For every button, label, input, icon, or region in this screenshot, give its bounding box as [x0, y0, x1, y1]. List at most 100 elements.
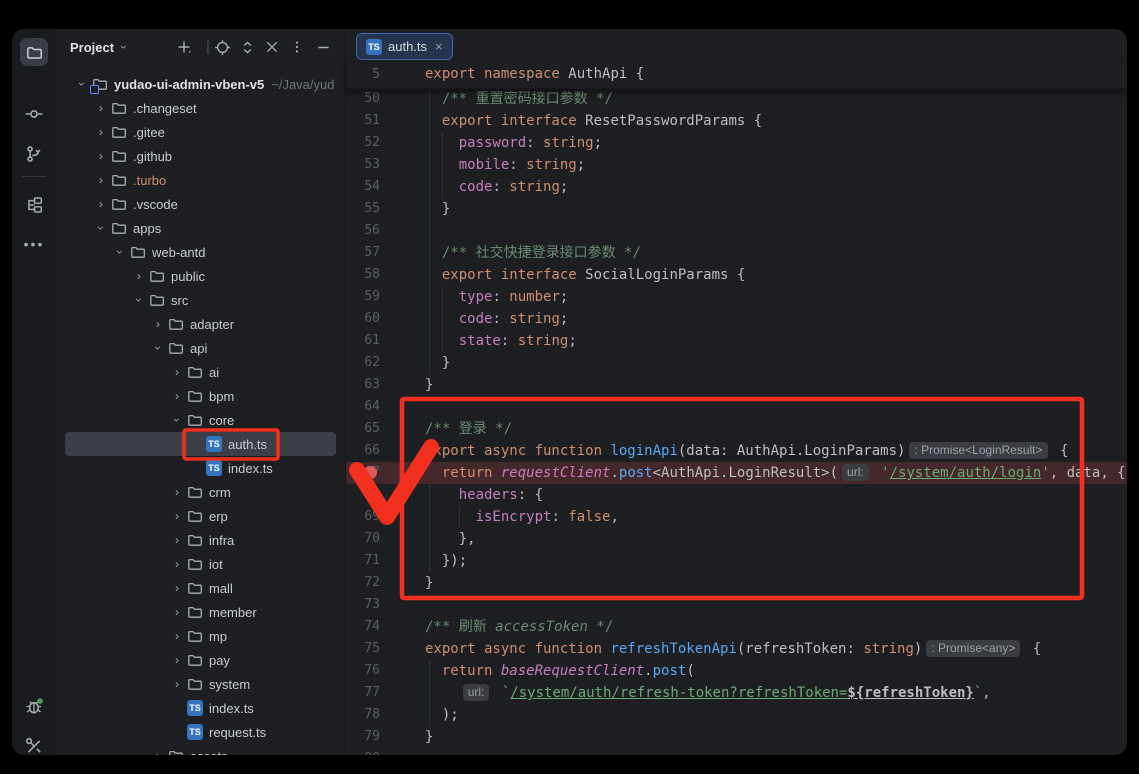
code-line-75[interactable]: 75export async function refreshTokenApi(… — [346, 638, 1127, 660]
git-branch-icon[interactable] — [20, 140, 48, 168]
line-number[interactable]: 57 — [346, 242, 380, 264]
code-line-58[interactable]: 58 export interface SocialLoginParams { — [346, 264, 1127, 286]
code-line-50[interactable]: 50 /** 重置密码接口参数 */ — [346, 88, 1127, 110]
tree-item-member[interactable]: ›member — [56, 600, 345, 624]
close-tab-icon[interactable]: × — [435, 39, 443, 54]
line-number[interactable]: 78 — [346, 704, 380, 726]
chevron-down-icon[interactable]: › — [113, 245, 127, 259]
code-line-70[interactable]: 70 }, — [346, 528, 1127, 550]
code-line-67[interactable]: 67 return requestClient.post<AuthApi.Log… — [346, 462, 1127, 484]
tree-item-.vscode[interactable]: ›.vscode — [56, 192, 345, 216]
code-text[interactable]: ); — [425, 704, 459, 726]
code-text[interactable]: /** 重置密码接口参数 */ — [425, 88, 613, 110]
tree-item-iot[interactable]: ›iot — [56, 552, 345, 576]
expand-icon[interactable] — [238, 38, 256, 56]
sticky-line[interactable]: 5export namespace AuthApi { — [346, 62, 1127, 89]
tree-item-public[interactable]: ›public — [56, 264, 345, 288]
tree-item-mall[interactable]: ›mall — [56, 576, 345, 600]
chevron-down-icon[interactable]: › — [170, 413, 184, 427]
chevron-right-icon[interactable]: › — [94, 173, 108, 187]
code-line-62[interactable]: 62 } — [346, 352, 1127, 374]
code-line-68[interactable]: 68↑ headers: { — [346, 484, 1127, 506]
collapse-all-icon[interactable] — [263, 38, 281, 56]
code-line-79[interactable]: 79} — [346, 726, 1127, 748]
code-text[interactable]: }); — [425, 550, 467, 572]
code-line-59[interactable]: 59 type: number; — [346, 286, 1127, 308]
line-number[interactable]: 60 — [346, 308, 380, 330]
tab-auth-ts[interactable]: TS auth.ts × — [356, 33, 453, 60]
code-text[interactable]: } — [425, 198, 450, 220]
code-text[interactable]: type: number; — [425, 286, 568, 308]
code-line-65[interactable]: 65/** 登录 */ — [346, 418, 1127, 440]
line-number[interactable]: 53 — [346, 154, 380, 176]
line-number[interactable]: 61 — [346, 330, 380, 352]
code-text[interactable]: export interface ResetPasswordParams { — [425, 110, 762, 132]
line-number[interactable]: 52 — [346, 132, 380, 154]
code-line-71[interactable]: 71 }); — [346, 550, 1127, 572]
code-line-76[interactable]: 76 return baseRequestClient.post( — [346, 660, 1127, 682]
line-number[interactable]: 70 — [346, 528, 380, 550]
options-kebab-icon[interactable] — [288, 38, 306, 56]
tree-item-core[interactable]: ›core — [56, 408, 345, 432]
code-text[interactable]: mobile: string; — [425, 154, 585, 176]
line-number[interactable]: 59 — [346, 286, 380, 308]
line-number[interactable]: 79 — [346, 726, 380, 748]
code-line-66[interactable]: 66export async function loginApi(data: A… — [346, 440, 1127, 462]
code-text[interactable]: return requestClient.post<AuthApi.LoginR… — [425, 462, 1126, 484]
code-text[interactable]: state: string; — [425, 330, 577, 352]
line-number[interactable]: 71 — [346, 550, 380, 572]
chevron-right-icon[interactable]: › — [170, 509, 184, 523]
line-number[interactable]: 76 — [346, 660, 380, 682]
code-text[interactable]: code: string; — [425, 308, 568, 330]
code-area[interactable]: 50 /** 重置密码接口参数 */51 export interface Re… — [346, 88, 1127, 755]
tree-item-assets[interactable]: ›assets — [56, 744, 345, 755]
line-number[interactable]: 56 — [346, 220, 380, 242]
code-line-5[interactable]: 5export namespace AuthApi { — [346, 62, 1127, 87]
code-line-72[interactable]: 72} — [346, 572, 1127, 594]
tree-item-crm[interactable]: ›crm — [56, 480, 345, 504]
line-number[interactable]: 77 — [346, 682, 380, 704]
code-text[interactable]: } — [425, 726, 433, 748]
line-number[interactable]: 63 — [346, 374, 380, 396]
tree-item-auth.ts[interactable]: TSauth.ts — [56, 432, 345, 456]
chevron-right-icon[interactable]: › — [151, 749, 165, 755]
tree-item-.gitee[interactable]: ›.gitee — [56, 120, 345, 144]
chevron-right-icon[interactable]: › — [170, 605, 184, 619]
code-line-63[interactable]: 63} — [346, 374, 1127, 396]
code-text[interactable]: code: string; — [425, 176, 568, 198]
chevron-right-icon[interactable]: › — [94, 197, 108, 211]
add-icon[interactable] — [175, 38, 193, 56]
code-text[interactable]: } — [425, 374, 433, 396]
tree-item-system[interactable]: ›system — [56, 672, 345, 696]
chevron-down-icon[interactable]: › — [75, 77, 89, 91]
tree-item-infra[interactable]: ›infra — [56, 528, 345, 552]
tree-item-mp[interactable]: ›mp — [56, 624, 345, 648]
chevron-right-icon[interactable]: › — [170, 629, 184, 643]
chevron-right-icon[interactable]: › — [170, 581, 184, 595]
line-number[interactable]: 51 — [346, 110, 380, 132]
line-number[interactable]: 58 — [346, 264, 380, 286]
tree-item-pay[interactable]: ›pay — [56, 648, 345, 672]
chevron-right-icon[interactable]: › — [170, 389, 184, 403]
code-text[interactable]: } — [425, 572, 433, 594]
chevron-right-icon[interactable]: › — [132, 269, 146, 283]
code-text[interactable]: /** 刷新 accessToken */ — [425, 616, 613, 638]
line-number[interactable]: 64 — [346, 396, 380, 418]
tree-item-index.ts[interactable]: TSindex.ts — [56, 696, 345, 720]
chevron-down-icon[interactable]: › — [151, 341, 165, 355]
line-number[interactable]: 69 — [346, 506, 380, 528]
code-line-51[interactable]: 51 export interface ResetPasswordParams … — [346, 110, 1127, 132]
tree-item-src[interactable]: ›src — [56, 288, 345, 312]
code-line-55[interactable]: 55 } — [346, 198, 1127, 220]
code-line-74[interactable]: 74/** 刷新 accessToken */ — [346, 616, 1127, 638]
more-tool-windows-icon[interactable]: ••• — [20, 230, 48, 258]
code-line-73[interactable]: 73 — [346, 594, 1127, 616]
chevron-right-icon[interactable]: › — [94, 101, 108, 115]
code-text[interactable]: return baseRequestClient.post( — [425, 660, 695, 682]
line-number[interactable]: 50 — [346, 88, 380, 110]
chevron-right-icon[interactable]: › — [94, 125, 108, 139]
project-folder-icon[interactable] — [20, 38, 48, 66]
code-line-57[interactable]: 57 /** 社交快捷登录接口参数 */ — [346, 242, 1127, 264]
chevron-right-icon[interactable]: › — [170, 365, 184, 379]
tools-icon[interactable] — [20, 732, 48, 755]
